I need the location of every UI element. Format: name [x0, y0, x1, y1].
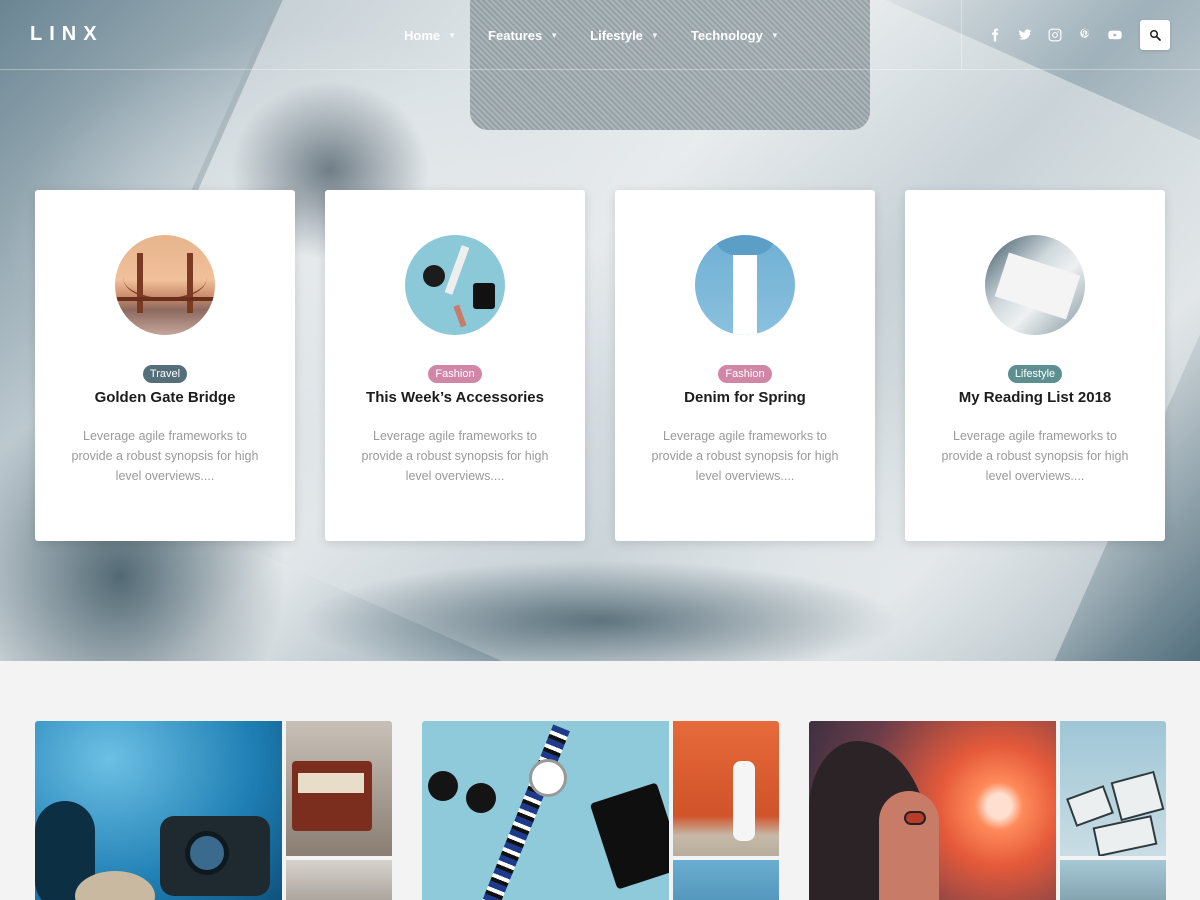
main-nav: Home ▼ Features ▼ Lifestyle ▼ Technology… — [404, 0, 779, 70]
post-image[interactable] — [673, 721, 779, 856]
chevron-down-icon: ▼ — [650, 30, 659, 40]
site-logo[interactable]: LINX — [30, 23, 104, 46]
post-card[interactable]: Lifestyle My Reading List 2018 Leverage … — [905, 190, 1165, 541]
post-tile — [809, 721, 1166, 900]
post-thumbnail[interactable] — [405, 235, 505, 335]
facebook-icon[interactable] — [987, 24, 1003, 46]
post-excerpt: Leverage agile frameworks to provide a r… — [361, 429, 549, 483]
post-card[interactable]: Fashion Denim for Spring Leverage agile … — [615, 190, 875, 541]
nav-label: Features — [488, 27, 543, 43]
instagram-icon[interactable] — [1047, 24, 1063, 46]
featured-posts: Travel Golden Gate Bridge Leverage agile… — [35, 190, 1165, 541]
category-badge[interactable]: Lifestyle — [1007, 365, 1063, 383]
post-image[interactable] — [673, 860, 779, 900]
chevron-down-icon: ▼ — [448, 30, 457, 40]
nav-item-features[interactable]: Features ▼ — [488, 28, 558, 43]
post-card[interactable]: Travel Golden Gate Bridge Leverage agile… — [35, 190, 295, 541]
post-excerpt: Leverage agile frameworks to provide a r… — [71, 429, 259, 483]
search-button[interactable] — [1140, 20, 1170, 50]
post-excerpt: Leverage agile frameworks to provide a r… — [941, 429, 1129, 483]
post-image[interactable] — [286, 721, 392, 856]
post-image[interactable] — [422, 721, 669, 900]
nav-label: Home — [404, 27, 441, 43]
post-card[interactable]: Fashion This Week’s Accessories Leverage… — [325, 190, 585, 541]
post-thumbnail[interactable] — [985, 235, 1085, 335]
chevron-down-icon: ▼ — [770, 30, 779, 40]
nav-label: Technology — [690, 27, 763, 43]
youtube-icon[interactable] — [1107, 24, 1123, 46]
post-excerpt: Leverage agile frameworks to provide a r… — [651, 429, 839, 483]
header-divider — [961, 0, 962, 70]
post-thumbnail[interactable] — [115, 235, 215, 335]
chevron-down-icon: ▼ — [550, 30, 559, 40]
post-image[interactable] — [1060, 860, 1166, 900]
post-image[interactable] — [1060, 721, 1166, 856]
category-badge[interactable]: Fashion — [428, 365, 482, 383]
post-image[interactable] — [35, 721, 282, 900]
post-thumbnail[interactable] — [695, 235, 795, 335]
nav-item-lifestyle[interactable]: Lifestyle ▼ — [590, 28, 659, 43]
post-tile — [35, 721, 392, 900]
post-image[interactable] — [809, 721, 1056, 900]
twitter-icon[interactable] — [1017, 24, 1033, 46]
post-title[interactable]: My Reading List 2018 — [905, 389, 1165, 406]
post-image[interactable] — [286, 860, 392, 900]
post-title[interactable]: Denim for Spring — [615, 389, 875, 406]
nav-item-home[interactable]: Home ▼ — [404, 28, 456, 43]
post-grid — [35, 721, 1166, 900]
nav-label: Lifestyle — [590, 27, 643, 43]
category-badge[interactable]: Travel — [142, 365, 188, 383]
category-badge[interactable]: Fashion — [718, 365, 772, 383]
post-title[interactable]: This Week’s Accessories — [325, 389, 585, 406]
pinterest-icon[interactable] — [1077, 24, 1093, 46]
social-links — [987, 24, 1123, 46]
post-tile — [422, 721, 779, 900]
search-icon — [1150, 30, 1161, 41]
post-title[interactable]: Golden Gate Bridge — [35, 389, 295, 406]
nav-item-technology[interactable]: Technology ▼ — [691, 28, 779, 43]
site-header: LINX Home ▼ Features ▼ Lifestyle ▼ Techn… — [0, 0, 1200, 70]
